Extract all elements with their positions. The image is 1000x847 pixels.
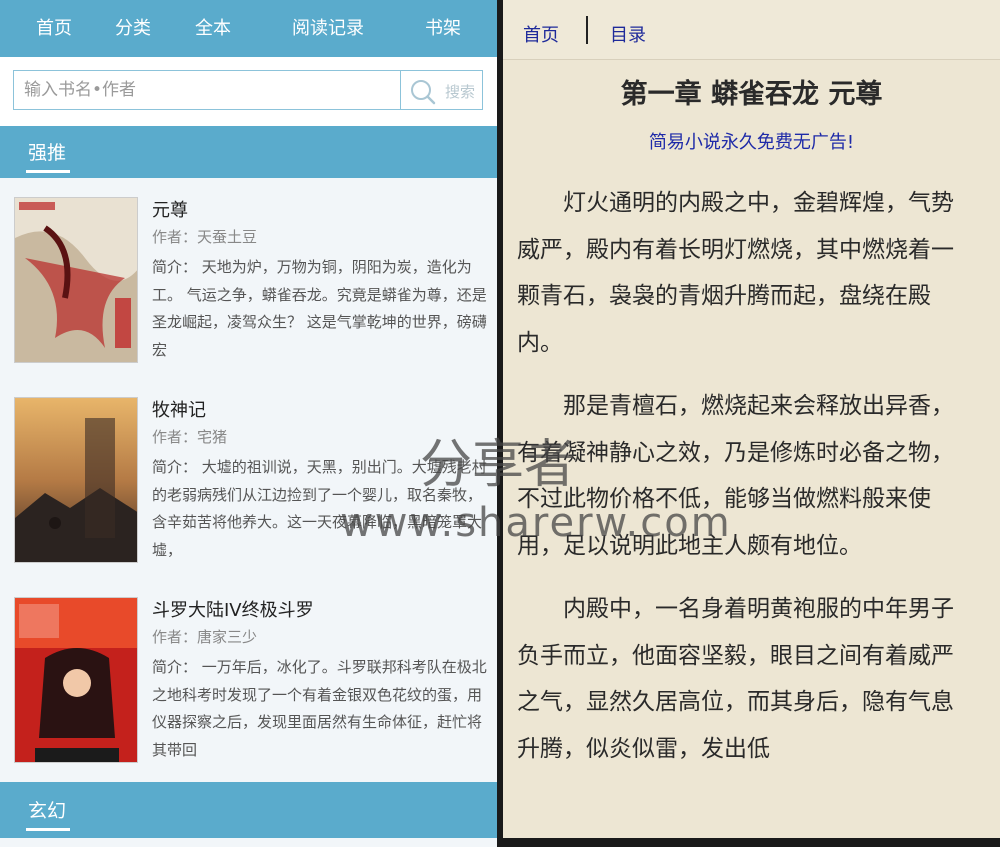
book-title[interactable]: 斗罗大陆IV终极斗罗 — [152, 596, 314, 622]
nav-reading-history[interactable]: 阅读记录 — [292, 14, 364, 40]
book-title[interactable]: 元尊 — [152, 196, 188, 222]
search-button-label: 搜索 — [445, 83, 476, 101]
search-button[interactable]: 搜索 — [400, 70, 483, 110]
section-title[interactable]: 玄幻 — [28, 796, 66, 823]
book-title[interactable]: 牧神记 — [152, 396, 206, 422]
book-cover[interactable] — [14, 597, 138, 763]
paragraph: 灯火通明的内殿之中，金碧辉煌，气势威严，殿内有着长明灯燃烧，其中燃烧着一颗青石，… — [517, 190, 954, 356]
paragraph: 内殿中，一名身着明黄袍服的中年男子负手而立，他面容坚毅，眼目之间有着威严之气，显… — [517, 596, 954, 762]
section-underline — [26, 828, 70, 831]
book-description: 简介： 一万年后，冰化了。斗罗联邦科考队在极北之地科考时发现了一个有着金银双色花… — [152, 658, 487, 759]
nav-complete[interactable]: 全本 — [195, 14, 231, 40]
section-header-featured: 强推 — [0, 126, 497, 178]
top-nav-bar: 首页 分类 全本 阅读记录 书架 — [0, 0, 497, 57]
section-header-fantasy: 玄幻 — [0, 782, 497, 838]
search-icon — [411, 80, 436, 105]
book-cover[interactable] — [14, 197, 138, 363]
search-bar: 搜索 — [0, 57, 497, 126]
promo-text: 简易小说永久免费无广告! — [648, 132, 855, 153]
nav-separator — [586, 16, 588, 44]
reader-screen: 首页 目录 第一章 蟒雀吞龙 元尊 简易小说永久免费无广告! 灯火通明的内殿之中… — [503, 0, 1000, 838]
book-author: 作者：唐家三少 — [152, 628, 258, 646]
watermark-title: 分享者 — [420, 435, 577, 495]
nav-category[interactable]: 分类 — [115, 14, 151, 40]
book-author: 作者：宅猪 — [152, 428, 228, 446]
reader-home-link[interactable]: 首页 — [523, 21, 559, 47]
book-item[interactable]: 元尊 作者：天蚕土豆 简介： 天地为炉，万物为铜，阴阳为炭，造化为工。 气运之争… — [0, 178, 497, 378]
book-cover[interactable] — [14, 397, 138, 563]
book-author: 作者：天蚕土豆 — [152, 228, 258, 246]
section-underline — [26, 170, 70, 173]
reader-nav: 首页 目录 — [503, 0, 1000, 60]
screenshot-root: 首页 分类 全本 阅读记录 书架 搜索 强推 — [0, 0, 1000, 847]
chapter-content: 灯火通明的内殿之中，金碧辉煌，气势威严，殿内有着长明灯燃烧，其中燃烧着一颗青石，… — [517, 180, 969, 789]
chapter-title: 第一章 蟒雀吞龙 元尊 — [620, 79, 883, 110]
section-title[interactable]: 强推 — [28, 138, 66, 165]
book-item[interactable]: 斗罗大陆IV终极斗罗 作者：唐家三少 简介： 一万年后，冰化了。斗罗联邦科考队在… — [0, 578, 497, 778]
reader-toc-link[interactable]: 目录 — [610, 21, 646, 47]
watermark-url: www.sharerw.com — [340, 500, 732, 546]
nav-bookshelf[interactable]: 书架 — [425, 14, 461, 40]
book-description: 简介： 天地为炉，万物为铜，阴阳为炭，造化为工。 气运之争，蟒雀吞龙。究竟是蟒雀… — [152, 258, 487, 359]
search-input[interactable] — [13, 70, 401, 110]
nav-home[interactable]: 首页 — [36, 14, 72, 40]
